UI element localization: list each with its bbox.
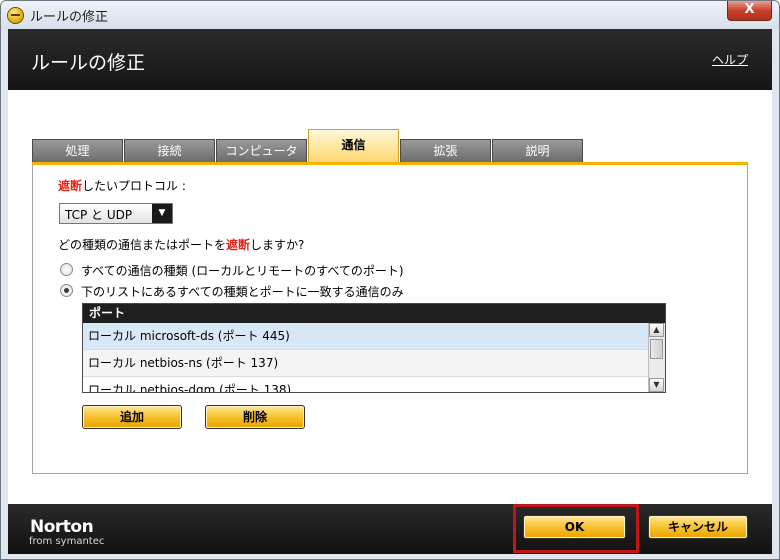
tab-bar: 処理 接続 コンピュータ 通信 拡張 説明 [32, 129, 592, 163]
tab-communication[interactable]: 通信 [308, 129, 399, 163]
port-row[interactable]: ローカル microsoft-ds (ポート 445) [83, 323, 649, 350]
protocol-label-highlight: 遮断 [58, 179, 83, 193]
tab-description[interactable]: 説明 [492, 139, 583, 162]
norton-logo: Norton [30, 517, 94, 537]
port-list-scrollbar[interactable]: ▲ ▼ [648, 323, 665, 392]
protocol-dropdown-value: TCP と UDP [65, 208, 133, 222]
add-button[interactable]: 追加 [82, 405, 182, 429]
port-list-header: ポート [83, 304, 665, 323]
communication-panel: 遮断したいプロトコル : TCP と UDP ▼ どの種類の通信またはポートを遮… [32, 165, 748, 474]
radio-button-checked[interactable] [60, 284, 73, 297]
cancel-button[interactable]: キャンセル [648, 515, 748, 539]
title-bar[interactable]: ルールの修正 X [1, 1, 779, 29]
header-banner: ルールの修正 ヘルプ [8, 29, 772, 90]
window-title: ルールの修正 [30, 10, 109, 25]
scroll-up-icon[interactable]: ▲ [649, 323, 664, 337]
radio-label: すべての通信の種類 (ローカルとリモートのすべてのポート) [81, 264, 404, 278]
footer-bar: Norton from symantec OK キャンセル [8, 504, 772, 554]
close-button[interactable]: X [727, 1, 772, 21]
port-list[interactable]: ポート ローカル microsoft-ds (ポート 445) ローカル net… [82, 303, 666, 393]
question-text-before: どの種類の通信またはポートを [58, 238, 227, 252]
radio-button[interactable] [60, 263, 73, 276]
help-link[interactable]: ヘルプ [712, 51, 748, 68]
delete-button[interactable]: 削除 [205, 405, 305, 429]
page-title: ルールの修正 [31, 52, 146, 74]
tab-advanced[interactable]: 拡張 [400, 139, 491, 162]
scrollbar-thumb[interactable] [650, 339, 663, 359]
dialog-window: ルールの修正 X ルールの修正 ヘルプ 処理 接続 コンピュータ 通信 拡張 説… [0, 0, 780, 560]
port-row[interactable]: ローカル netbios-ns (ポート 137) [83, 350, 649, 377]
scroll-down-icon[interactable]: ▼ [649, 378, 664, 392]
tab-action[interactable]: 処理 [32, 139, 123, 162]
block-question: どの種類の通信またはポートを遮断しますか? [58, 236, 304, 253]
tab-computer[interactable]: コンピュータ [216, 139, 307, 162]
protocol-label-text: したいプロトコル : [82, 179, 186, 193]
ok-button[interactable]: OK [523, 515, 626, 539]
protocol-dropdown[interactable]: TCP と UDP ▼ [59, 203, 173, 224]
chevron-down-icon[interactable]: ▼ [152, 204, 172, 223]
question-text-after: しますか? [250, 238, 305, 252]
protocol-label: 遮断したいプロトコル : [58, 177, 186, 194]
radio-label: 下のリストにあるすべての種類とポートに一致する通信のみ [81, 285, 404, 299]
norton-logo-subtitle: from symantec [29, 536, 105, 547]
norton-app-icon [8, 8, 23, 23]
port-row[interactable]: ローカル netbios-dgm (ポート 138) [83, 377, 649, 392]
question-highlight: 遮断 [226, 238, 251, 252]
dialog-client: ルールの修正 ヘルプ 処理 接続 コンピュータ 通信 拡張 説明 遮断したいプロ… [8, 29, 772, 554]
tab-connection[interactable]: 接続 [124, 139, 215, 162]
